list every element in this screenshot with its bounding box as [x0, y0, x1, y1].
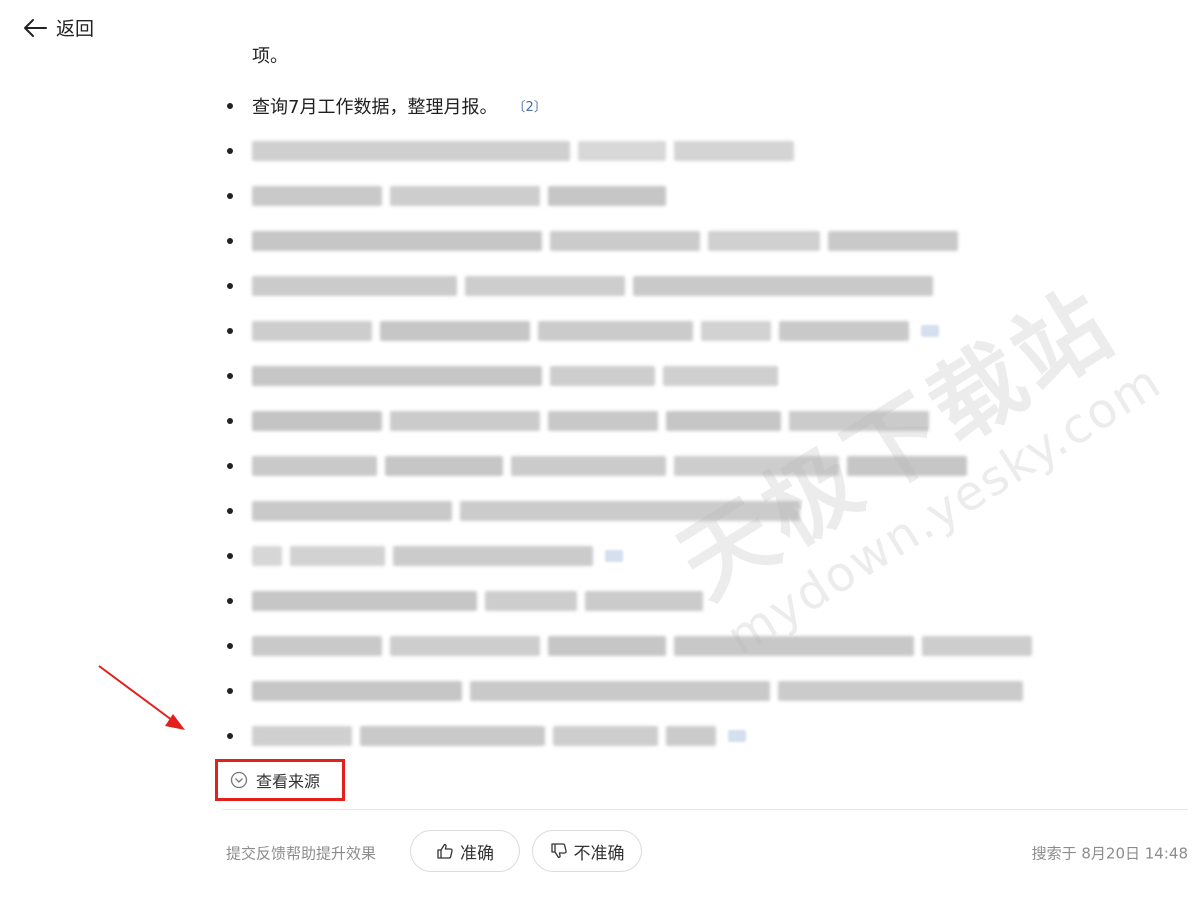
view-sources-label: 查看来源: [256, 772, 321, 791]
back-label: 返回: [56, 18, 95, 40]
redacted-text: [252, 230, 958, 251]
accurate-label: 准确: [460, 843, 494, 864]
list-item: [222, 308, 1182, 353]
redacted-text: [252, 635, 1032, 656]
list-item: [222, 173, 1182, 218]
list-item: [222, 713, 1182, 758]
chevron-down-circle-icon: [230, 771, 248, 789]
back-button[interactable]: 返回: [22, 14, 94, 41]
redacted-text: [252, 140, 794, 161]
redacted-text: [252, 365, 778, 386]
divider: [222, 809, 1188, 810]
bullet-dot: [227, 552, 233, 559]
bullet-dot: [227, 507, 233, 514]
list-item: [222, 353, 1182, 398]
list-item: [222, 218, 1182, 263]
list-item: [222, 443, 1182, 488]
annotation-arrow-icon: [98, 665, 185, 730]
feedback-prompt: 提交反馈帮助提升效果: [226, 844, 377, 863]
inaccurate-label: 不准确: [573, 843, 625, 864]
list-item: [222, 398, 1182, 443]
thumbs-up-icon: [437, 843, 453, 859]
list-item: [222, 623, 1182, 668]
redacted-text: [252, 320, 939, 341]
bullet-dot: [227, 462, 233, 469]
redacted-text: [252, 500, 800, 521]
redacted-text: [252, 725, 746, 746]
bullet-dot: [227, 327, 233, 334]
bullet-dot: [227, 372, 233, 379]
bullet-dot: [227, 732, 233, 739]
citation-link[interactable]: 〔2〕: [511, 95, 547, 116]
bullet-dot: [227, 237, 233, 244]
inaccurate-button[interactable]: 不准确: [532, 830, 642, 872]
list-item: [222, 128, 1182, 173]
bullet-dot: [227, 147, 233, 154]
list-item: 查询7月工作数据，整理月报。 〔2〕: [222, 83, 1182, 128]
list-item: [222, 488, 1182, 533]
bullet-dot: [227, 192, 233, 199]
bullet-dot: [227, 282, 233, 289]
redacted-text: [252, 545, 623, 566]
search-timestamp: 搜索于 8月20日 14:48: [1031, 844, 1188, 863]
list-item: [222, 533, 1182, 578]
bullet-dot: [227, 642, 233, 649]
redacted-text: [252, 185, 666, 206]
redacted-text: [252, 590, 703, 611]
bullet-dot: [227, 687, 233, 694]
redacted-text: [252, 410, 929, 431]
redacted-text: [252, 455, 967, 476]
bullet-dot: [227, 417, 233, 424]
bullet-dot: [227, 102, 233, 109]
thumbs-down-icon: [550, 843, 567, 859]
redacted-text: [252, 275, 933, 296]
view-sources-button[interactable]: 查看来源: [215, 759, 345, 801]
redacted-text: [252, 680, 1023, 701]
list-item: [222, 263, 1182, 308]
answer-partial-line: 项。: [252, 46, 288, 64]
arrow-left-icon: [24, 18, 47, 37]
bullet-dot: [227, 597, 233, 604]
accurate-button[interactable]: 准确: [410, 830, 520, 872]
list-item-text: 查询7月工作数据，整理月报。: [252, 96, 498, 118]
answer-list: 查询7月工作数据，整理月报。 〔2〕: [222, 83, 1182, 758]
list-item: [222, 578, 1182, 623]
list-item: [222, 668, 1182, 713]
